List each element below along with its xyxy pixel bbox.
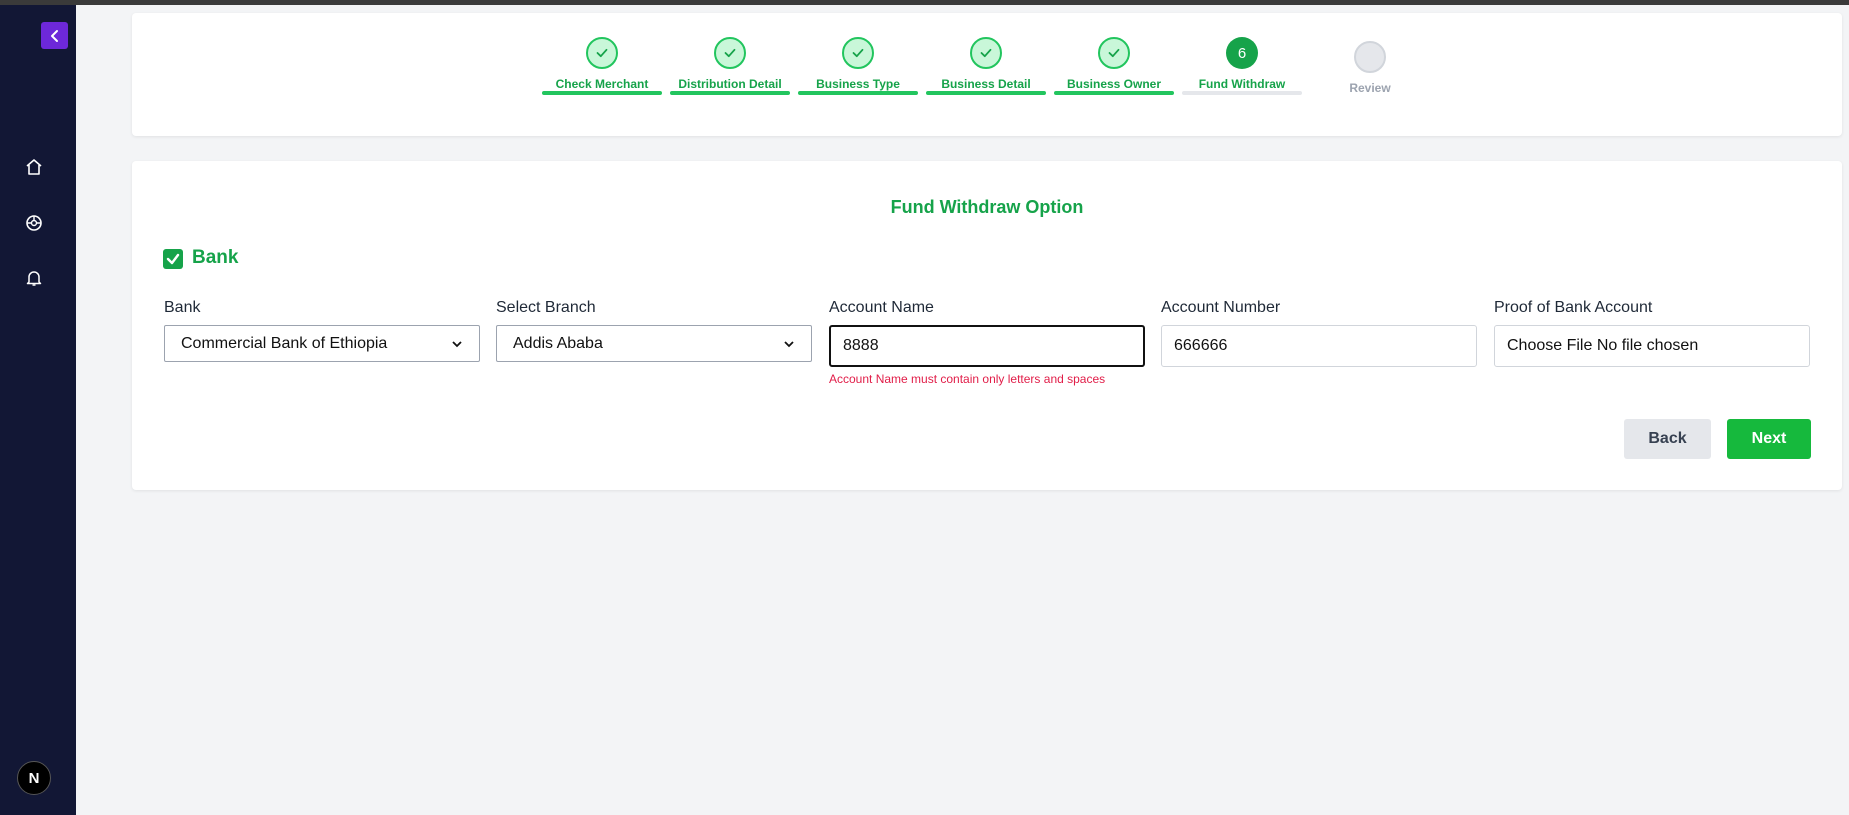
step-check-merchant[interactable]: Check Merchant	[542, 13, 662, 123]
step-number: 6	[1237, 44, 1247, 62]
step-progress-bar	[542, 91, 662, 95]
step-indicator	[1098, 37, 1130, 69]
step-progress-bar	[798, 91, 918, 95]
bank-checkbox[interactable]	[163, 249, 183, 269]
step-indicator	[1354, 41, 1386, 73]
step-progress-bar	[1054, 91, 1174, 95]
step-label: Review	[1349, 81, 1391, 95]
check-icon	[596, 48, 608, 58]
account-name-field[interactable]: 8888	[829, 325, 1145, 367]
bank-select-value: Commercial Bank of Ethiopia	[181, 334, 388, 352]
home-icon	[26, 159, 42, 175]
back-button[interactable]: Back	[1624, 419, 1711, 459]
sidebar: N	[0, 5, 76, 815]
account-number-value: 666666	[1174, 337, 1228, 354]
step-label: Business Owner	[1066, 77, 1162, 91]
step-label: Check Merchant	[555, 77, 649, 91]
step-review[interactable]: Review	[1310, 13, 1430, 123]
step-indicator	[970, 37, 1002, 69]
window-top-bar	[0, 0, 1849, 5]
step-label: Business Type	[816, 77, 900, 91]
step-indicator	[586, 37, 618, 69]
account-name-value: 8888	[843, 337, 879, 354]
step-distribution-detail[interactable]: Distribution Detail	[670, 13, 790, 123]
account-name-error: Account Name must contain only letters a…	[829, 372, 1106, 386]
fund-withdraw-form: Fund Withdraw Option Bank Bank Commercia…	[132, 161, 1842, 490]
branch-select[interactable]: Addis Ababa	[496, 325, 812, 362]
bank-label: Bank	[164, 299, 201, 316]
check-icon	[980, 48, 992, 58]
sidebar-collapse-button[interactable]	[41, 22, 68, 49]
branch-select-value: Addis Ababa	[513, 334, 603, 352]
proof-of-bank-file-input[interactable]: Choose File No file chosen	[1494, 325, 1810, 367]
step-label: Distribution Detail	[678, 77, 782, 91]
step-label: Business Detail	[941, 77, 1031, 91]
step-progress-bar	[1182, 91, 1302, 95]
avatar[interactable]: N	[17, 761, 51, 795]
step-progress-bar	[670, 91, 790, 95]
check-icon	[1108, 48, 1120, 58]
bell-icon	[26, 271, 42, 286]
step-indicator	[842, 37, 874, 69]
step-label: Fund Withdraw	[1198, 77, 1286, 91]
step-business-detail[interactable]: Business Detail	[926, 13, 1046, 123]
branch-label: Select Branch	[496, 299, 596, 316]
chevron-down-icon	[784, 340, 794, 347]
globe-icon	[26, 215, 42, 231]
proof-of-bank-label: Proof of Bank Account	[1494, 299, 1653, 316]
check-icon	[724, 48, 736, 58]
step-indicator: 6	[1226, 37, 1258, 69]
chevron-down-icon	[452, 340, 462, 347]
sidebar-item-notifications[interactable]	[22, 266, 46, 290]
account-number-label: Account Number	[1161, 299, 1281, 316]
next-button[interactable]: Next	[1727, 419, 1811, 459]
stepper-card: Check Merchant Distribution Detail Busines…	[132, 13, 1842, 136]
sidebar-item-network[interactable]	[22, 211, 46, 235]
step-indicator	[714, 37, 746, 69]
step-business-type[interactable]: Business Type	[798, 13, 918, 123]
file-input-value: Choose File No file chosen	[1507, 337, 1699, 354]
sidebar-item-home[interactable]	[22, 155, 46, 179]
step-fund-withdraw[interactable]: 6 Fund Withdraw	[1182, 13, 1302, 123]
step-progress-bar	[926, 91, 1046, 95]
step-business-owner[interactable]: Business Owner	[1054, 13, 1174, 123]
account-number-field[interactable]: 666666	[1161, 325, 1477, 367]
chevron-left-icon	[50, 29, 58, 42]
bank-checkbox-label[interactable]: Bank	[192, 247, 238, 269]
check-icon	[166, 253, 180, 265]
account-name-label: Account Name	[829, 299, 934, 316]
form-title: Fund Withdraw Option	[890, 197, 1084, 217]
bank-select[interactable]: Commercial Bank of Ethiopia	[164, 325, 480, 362]
check-icon	[852, 48, 864, 58]
